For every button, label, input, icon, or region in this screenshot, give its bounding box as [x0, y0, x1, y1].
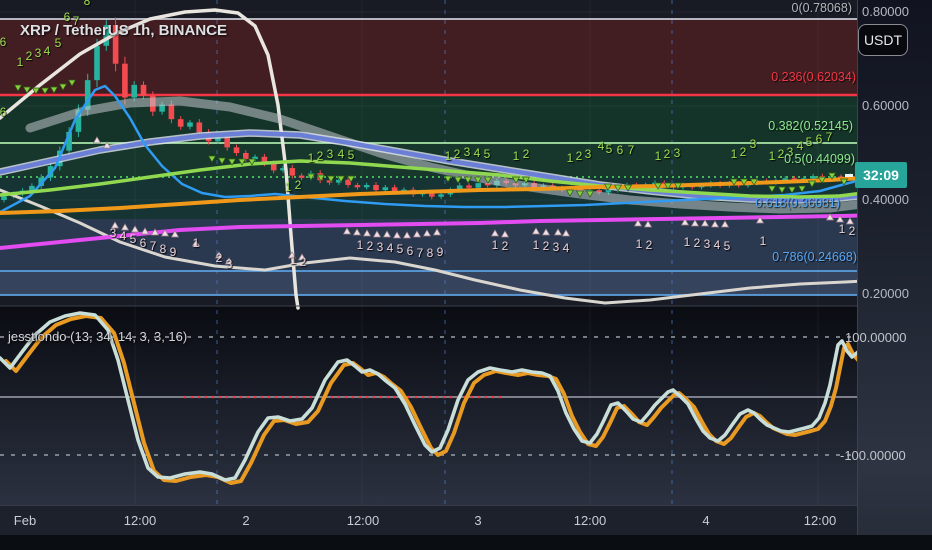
- svg-text:5: 5: [484, 147, 491, 161]
- svg-text:5: 5: [724, 239, 731, 253]
- countdown-price-badge: 32:09: [855, 162, 907, 188]
- svg-text:1: 1: [513, 149, 520, 163]
- svg-text:5: 5: [806, 135, 813, 149]
- svg-text:2: 2: [849, 224, 856, 238]
- svg-text:5: 5: [55, 36, 62, 50]
- svg-text:1: 1: [308, 151, 315, 165]
- svg-text:1: 1: [17, 55, 24, 69]
- svg-text:6: 6: [617, 143, 624, 157]
- svg-text:6: 6: [816, 132, 823, 146]
- svg-text:4: 4: [563, 241, 570, 255]
- trading-chart-window: 1234567866121234512345121234567123123123…: [0, 0, 932, 550]
- svg-text:4: 4: [797, 139, 804, 153]
- svg-text:4: 4: [714, 238, 721, 252]
- svg-text:4: 4: [387, 241, 394, 255]
- svg-text:4: 4: [598, 139, 605, 153]
- svg-text:1: 1: [533, 238, 540, 252]
- svg-text:1: 1: [567, 151, 574, 165]
- svg-text:2: 2: [523, 147, 530, 161]
- svg-text:3: 3: [553, 240, 560, 254]
- svg-text:5: 5: [606, 142, 613, 156]
- svg-text:6: 6: [407, 244, 414, 258]
- svg-text:3: 3: [327, 147, 334, 161]
- svg-text:5: 5: [397, 242, 404, 256]
- svg-text:3: 3: [704, 237, 711, 251]
- svg-text:1: 1: [492, 238, 499, 252]
- svg-text:1: 1: [357, 238, 364, 252]
- svg-text:7: 7: [417, 246, 424, 260]
- svg-text:7: 7: [73, 14, 80, 28]
- svg-text:2: 2: [317, 149, 324, 163]
- svg-text:2: 2: [778, 147, 785, 161]
- svg-text:3: 3: [110, 226, 117, 240]
- svg-text:3: 3: [674, 146, 681, 160]
- bottom-strip: [0, 535, 932, 550]
- svg-text:1: 1: [636, 237, 643, 251]
- svg-text:9: 9: [437, 245, 444, 259]
- svg-text:2: 2: [300, 255, 307, 269]
- svg-text:1: 1: [445, 149, 452, 163]
- svg-text:4: 4: [474, 146, 481, 160]
- svg-text:1: 1: [193, 236, 200, 250]
- svg-text:7: 7: [628, 143, 635, 157]
- svg-text:7: 7: [150, 239, 157, 253]
- svg-text:3: 3: [750, 137, 757, 151]
- svg-text:6: 6: [64, 10, 71, 24]
- svg-text:4: 4: [338, 147, 345, 161]
- svg-text:3: 3: [464, 145, 471, 159]
- svg-text:7: 7: [826, 130, 833, 144]
- svg-text:8: 8: [84, 0, 91, 8]
- svg-text:1: 1: [839, 222, 846, 236]
- svg-text:1: 1: [684, 235, 691, 249]
- svg-text:4: 4: [44, 44, 51, 58]
- svg-text:5: 5: [130, 232, 137, 246]
- svg-text:8: 8: [427, 246, 434, 260]
- svg-text:2: 2: [502, 239, 509, 253]
- svg-text:2: 2: [576, 149, 583, 163]
- svg-text:1: 1: [290, 253, 297, 267]
- svg-text:2: 2: [295, 178, 302, 192]
- svg-text:4: 4: [120, 229, 127, 243]
- svg-text:1: 1: [769, 149, 776, 163]
- svg-text:6: 6: [0, 105, 7, 119]
- svg-text:2: 2: [216, 251, 223, 265]
- price-axis[interactable]: [857, 0, 932, 550]
- svg-text:2: 2: [26, 49, 33, 63]
- svg-text:2: 2: [694, 236, 701, 250]
- chart-canvas[interactable]: 1 2 3 456 78661 21 2 3 4 5 1 2 3 4 5 1 2 1 2 34 5 6 7 1 2 3 1 231 2 3…: [0, 0, 932, 550]
- svg-text:6: 6: [0, 35, 7, 49]
- time-axis[interactable]: [0, 505, 857, 536]
- svg-text:5: 5: [348, 148, 355, 162]
- svg-text:1: 1: [285, 180, 292, 194]
- svg-text:3: 3: [35, 46, 42, 60]
- svg-text:2: 2: [454, 147, 461, 161]
- svg-text:1: 1: [760, 234, 767, 248]
- price-line-dash: [845, 174, 853, 177]
- svg-text:6: 6: [140, 236, 147, 250]
- svg-text:3: 3: [585, 147, 592, 161]
- svg-text:1: 1: [731, 147, 738, 161]
- svg-text:3: 3: [377, 240, 384, 254]
- svg-text:8: 8: [160, 242, 167, 256]
- svg-text:1: 1: [655, 149, 662, 163]
- svg-text:2: 2: [367, 239, 374, 253]
- svg-text:3: 3: [226, 257, 233, 271]
- svg-text:9: 9: [170, 245, 177, 259]
- svg-text:2: 2: [646, 238, 653, 252]
- currency-toggle-button[interactable]: USDT: [858, 24, 908, 56]
- svg-text:2: 2: [664, 147, 671, 161]
- svg-text:2: 2: [740, 145, 747, 159]
- svg-text:3: 3: [787, 145, 794, 159]
- svg-text:2: 2: [543, 239, 550, 253]
